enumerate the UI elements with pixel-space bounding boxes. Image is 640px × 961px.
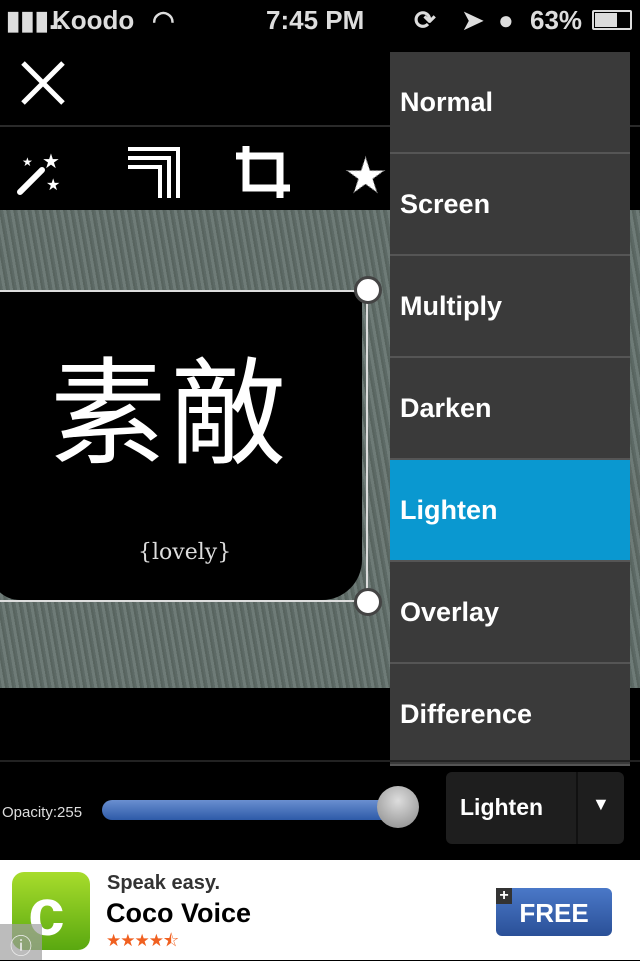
blend-mode-menu: Normal Screen Multiply Darken Lighten Ov… [390,52,630,766]
free-button[interactable]: + FREE [496,888,612,936]
svg-text:★: ★ [344,150,387,198]
selection-box[interactable] [0,290,368,602]
blend-mode-select[interactable]: Lighten ▼ [446,772,624,844]
battery-icon [592,10,632,30]
blend-option-overlay[interactable]: Overlay [390,562,630,664]
blend-option-screen[interactable]: Screen [390,154,630,256]
blend-option-normal[interactable]: Normal [390,52,630,154]
rotation-lock-icon: ⟳ [414,5,436,35]
magic-wand-icon[interactable]: ★ ★ ★ [14,146,70,198]
crop-icon[interactable] [236,146,292,198]
free-button-label: FREE [519,898,589,928]
clock: 7:45 PM [266,5,365,35]
opacity-slider-thumb[interactable] [377,786,419,828]
chevron-down-icon: ▼ [592,794,610,814]
opacity-slider-track[interactable] [102,800,402,820]
svg-text:★: ★ [42,151,60,173]
opacity-label: Opacity:255 [2,804,83,821]
rating-stars: ★★★★⯪ [106,931,179,950]
status-bar: ▮▮▮.. Koodo ◠ 7:45 PM ⟳ ➤ ● 63% [0,0,640,40]
svg-text:★: ★ [22,155,33,169]
wifi-icon: ◠ [152,5,175,35]
close-icon[interactable] [20,60,66,106]
plus-icon: + [496,888,512,904]
blend-option-multiply[interactable]: Multiply [390,256,630,358]
carrier: Koodo [52,5,135,35]
rotate-handle[interactable] [354,276,382,304]
blend-option-lighten[interactable]: Lighten [390,460,630,562]
opacity-row: Opacity:255 Lighten ▼ [0,760,640,860]
location-icon: ➤ [462,5,484,35]
ad-app-name: Coco Voice [106,898,252,928]
svg-text:★: ★ [46,177,60,194]
resize-handle[interactable] [354,588,382,616]
frames-icon[interactable] [126,146,182,198]
battery-percent: 63% [530,5,583,35]
blend-option-darken[interactable]: Darken [390,358,630,460]
ad-banner[interactable]: c ⓘ Speak easy. Coco Voice ★★★★⯪ + FREE [0,860,640,960]
ad-tagline: Speak easy. [107,872,221,894]
blend-option-difference[interactable]: Difference [390,664,630,766]
blend-select-value: Lighten [460,794,544,820]
info-icon[interactable]: ⓘ [0,924,42,960]
alarm-icon: ● [498,5,514,35]
